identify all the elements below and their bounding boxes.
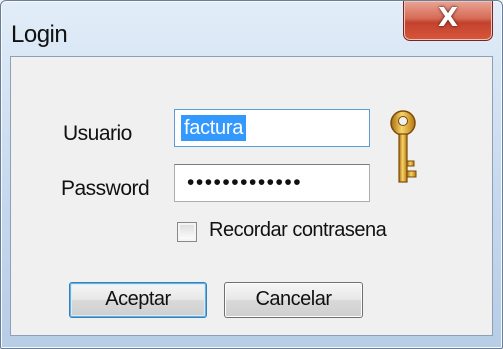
- user-input[interactable]: factura: [174, 109, 370, 147]
- password-label: Password: [61, 177, 150, 200]
- password-input-value: •••••••••••••: [187, 171, 303, 194]
- cancel-button[interactable]: Cancelar: [224, 282, 363, 318]
- login-dialog: Login X Usuario factura Password •••••••…: [0, 0, 503, 349]
- close-button[interactable]: X: [403, 1, 493, 41]
- password-input[interactable]: •••••••••••••: [174, 164, 370, 202]
- dialog-body: Usuario factura Password ••••••••••••• R…: [10, 56, 493, 336]
- accept-button[interactable]: Aceptar: [69, 282, 207, 318]
- title-bar[interactable]: Login X: [1, 1, 502, 55]
- key-icon: [390, 110, 417, 183]
- user-label: Usuario: [63, 122, 132, 145]
- window-title: Login: [11, 21, 68, 48]
- remember-checkbox[interactable]: [177, 222, 197, 242]
- close-icon: X: [437, 3, 459, 33]
- user-input-value: factura: [181, 115, 247, 141]
- remember-label[interactable]: Recordar contrasena: [209, 219, 387, 242]
